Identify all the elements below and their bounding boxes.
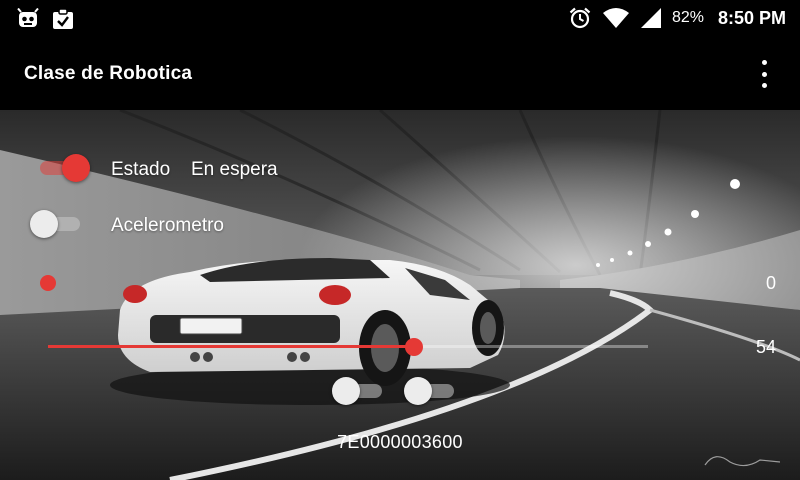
indicator-value: 0 bbox=[765, 273, 776, 293]
seekbar-thumb[interactable] bbox=[405, 338, 423, 356]
wifi-icon bbox=[602, 8, 629, 28]
android-debug-icon bbox=[17, 8, 39, 27]
alarm-icon bbox=[569, 7, 591, 29]
acelerometro-label: Acelerometro bbox=[111, 215, 224, 236]
seekbar-value: 54 bbox=[755, 337, 776, 357]
switch-thumb bbox=[332, 377, 360, 405]
menu-dot bbox=[761, 71, 767, 77]
main-content: Estado En espera Acelerometro 0 54 7E000… bbox=[0, 110, 800, 480]
switch-thumb bbox=[30, 210, 58, 238]
small-switch-2[interactable] bbox=[404, 377, 460, 405]
clipboard-check-icon bbox=[53, 8, 73, 29]
estado-label: Estado bbox=[111, 159, 171, 180]
signal-icon bbox=[640, 8, 661, 28]
battery-percent: 82% bbox=[671, 9, 704, 26]
status-right-icons: 82% 8:50 PM bbox=[568, 6, 786, 30]
app-toolbar: Clase de Robotica bbox=[0, 38, 800, 110]
small-switch-1[interactable] bbox=[332, 377, 388, 405]
status-bar: 82% 8:50 PM bbox=[0, 0, 800, 38]
device-id-text: 7E0000003600 bbox=[337, 432, 463, 452]
estado-switch[interactable] bbox=[34, 154, 90, 182]
speed-seekbar[interactable] bbox=[48, 337, 648, 357]
menu-dot bbox=[761, 60, 767, 65]
status-left-icons bbox=[16, 8, 74, 30]
app-screen: 82% 8:50 PM Clase de Robotica Estado En … bbox=[0, 0, 800, 480]
switch-thumb bbox=[404, 377, 432, 405]
estado-value: En espera bbox=[191, 159, 278, 180]
menu-dot bbox=[761, 83, 767, 88]
switch-thumb bbox=[62, 154, 90, 182]
status-indicator-dot bbox=[40, 275, 56, 291]
page-title: Clase de Robotica bbox=[24, 63, 193, 84]
clock-time: 8:50 PM bbox=[717, 7, 786, 28]
seekbar-fill bbox=[48, 345, 414, 348]
acelerometro-switch[interactable] bbox=[30, 210, 86, 238]
more-vert-icon[interactable] bbox=[754, 60, 774, 88]
